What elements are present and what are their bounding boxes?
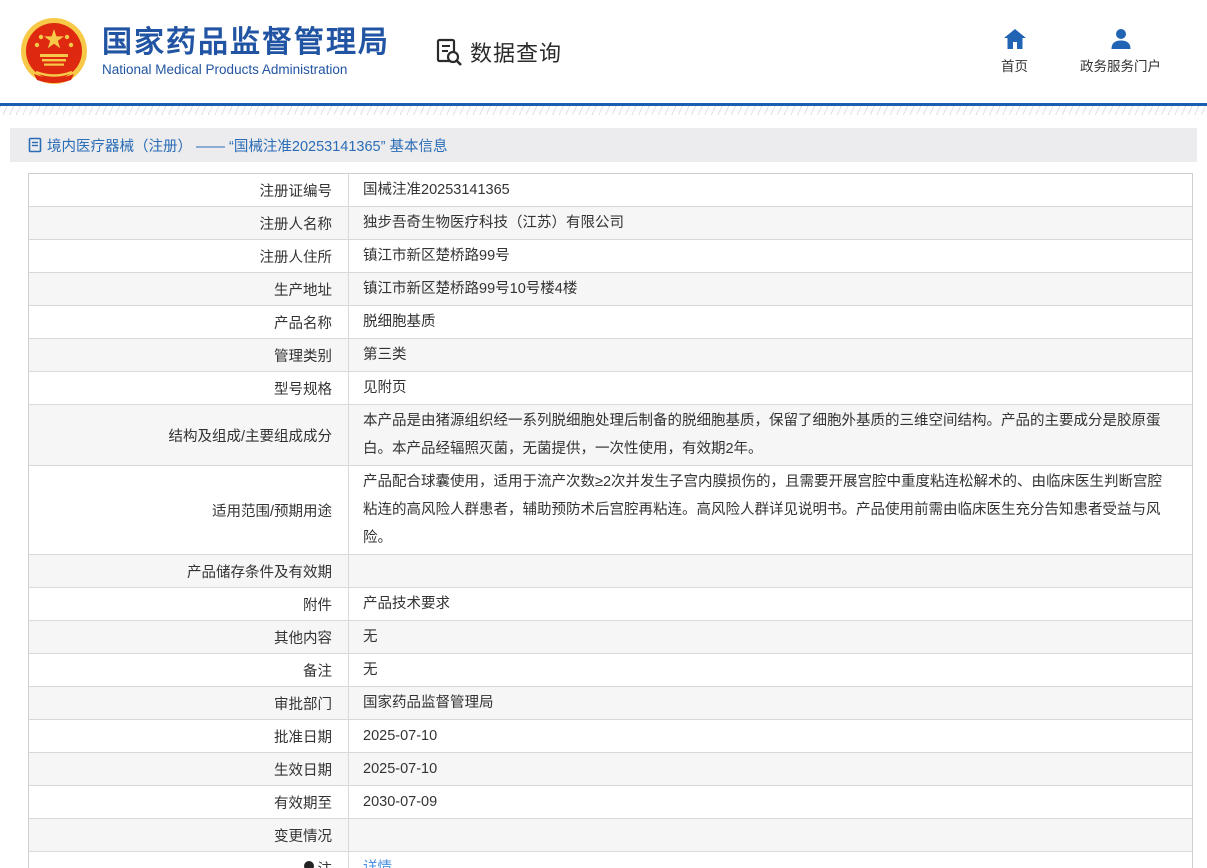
page-header: 国家药品监督管理局 National Medical Products Admi… <box>0 0 1207 103</box>
row-label: 审批部门 <box>29 687 349 719</box>
table-row: 注册人住所镇江市新区楚桥路99号 <box>29 240 1192 273</box>
national-emblem-logo <box>18 16 90 88</box>
row-label: 生效日期 <box>29 753 349 785</box>
row-label: 注册人住所 <box>29 240 349 272</box>
row-label: 适用范围/预期用途 <box>29 466 349 554</box>
note-icon <box>304 861 314 868</box>
row-value: 镇江市新区楚桥路99号 <box>349 240 1192 272</box>
user-icon <box>1109 28 1133 50</box>
row-label: 备注 <box>29 654 349 686</box>
nav-home-label: 首页 <box>1001 55 1028 75</box>
document-icon <box>28 137 42 153</box>
breadcrumb: 境内医疗器械（注册） —— “国械注准20253141365” 基本信息 <box>28 135 447 156</box>
row-label: 注册人名称 <box>29 207 349 239</box>
info-table: 注册证编号国械注准20253141365注册人名称独步吾奇生物医疗科技（江苏）有… <box>28 173 1193 868</box>
nav-gov-portal[interactable]: 政务服务门户 <box>1080 28 1161 75</box>
row-value: 无 <box>349 621 1192 653</box>
table-row: 变更情况 <box>29 819 1192 852</box>
table-row: 产品储存条件及有效期 <box>29 555 1192 588</box>
row-value <box>349 819 1192 851</box>
table-row: 型号规格见附页 <box>29 372 1192 405</box>
hatch-strip <box>0 106 1207 115</box>
row-value: 国械注准20253141365 <box>349 174 1192 206</box>
row-value <box>349 555 1192 587</box>
row-value: 脱细胞基质 <box>349 306 1192 338</box>
row-label: 生产地址 <box>29 273 349 305</box>
home-icon <box>1003 28 1027 50</box>
row-value: 国家药品监督管理局 <box>349 687 1192 719</box>
header-nav: 首页 政务服务门户 <box>1001 28 1207 75</box>
row-value: 第三类 <box>349 339 1192 371</box>
row-label: 产品名称 <box>29 306 349 338</box>
agency-title: 国家药品监督管理局 <box>102 26 390 61</box>
row-value: 独步吾奇生物医疗科技（江苏）有限公司 <box>349 207 1192 239</box>
row-value: 本产品是由猪源组织经一系列脱细胞处理后制备的脱细胞基质，保留了细胞外基质的三维空… <box>349 405 1192 465</box>
table-row: 其他内容无 <box>29 621 1192 654</box>
document-search-icon <box>434 37 464 67</box>
row-value: 无 <box>349 654 1192 686</box>
row-label: 变更情况 <box>29 819 349 851</box>
row-value: 2025-07-10 <box>349 720 1192 752</box>
row-value: 见附页 <box>349 372 1192 404</box>
breadcrumb-band: 境内医疗器械（注册） —— “国械注准20253141365” 基本信息 <box>10 128 1197 162</box>
row-label: 注册证编号 <box>29 174 349 206</box>
row-label: 注 <box>29 852 349 868</box>
table-row: 产品名称脱细胞基质 <box>29 306 1192 339</box>
row-value: 产品技术要求 <box>349 588 1192 620</box>
table-row: 管理类别第三类 <box>29 339 1192 372</box>
table-row: 注册人名称独步吾奇生物医疗科技（江苏）有限公司 <box>29 207 1192 240</box>
agency-subtitle: National Medical Products Administration <box>102 62 390 77</box>
table-row: 生产地址镇江市新区楚桥路99号10号楼4楼 <box>29 273 1192 306</box>
table-row: 有效期至2030-07-09 <box>29 786 1192 819</box>
row-label: 批准日期 <box>29 720 349 752</box>
detail-link[interactable]: 详情 <box>363 854 392 868</box>
table-row: 结构及组成/主要组成成分本产品是由猪源组织经一系列脱细胞处理后制备的脱细胞基质，… <box>29 405 1192 466</box>
table-row: 注册证编号国械注准20253141365 <box>29 174 1192 207</box>
table-row: 审批部门国家药品监督管理局 <box>29 687 1192 720</box>
data-query-section: 数据查询 <box>434 36 562 68</box>
table-row: 适用范围/预期用途产品配合球囊使用，适用于流产次数≥2次并发生子宫内膜损伤的，且… <box>29 466 1192 555</box>
row-label: 型号规格 <box>29 372 349 404</box>
row-label: 管理类别 <box>29 339 349 371</box>
data-query-label: 数据查询 <box>470 36 562 68</box>
row-value: 2025-07-10 <box>349 753 1192 785</box>
table-row: 生效日期2025-07-10 <box>29 753 1192 786</box>
row-value: 详情 <box>349 852 1192 868</box>
table-row: 备注无 <box>29 654 1192 687</box>
row-label: 附件 <box>29 588 349 620</box>
row-label: 其他内容 <box>29 621 349 653</box>
breadcrumb-text: 境内医疗器械（注册） —— “国械注准20253141365” 基本信息 <box>47 135 447 156</box>
table-row: 注详情 <box>29 852 1192 868</box>
row-label: 有效期至 <box>29 786 349 818</box>
nav-home[interactable]: 首页 <box>1001 28 1028 75</box>
row-label: 结构及组成/主要组成成分 <box>29 405 349 465</box>
agency-title-block: 国家药品监督管理局 National Medical Products Admi… <box>102 26 390 78</box>
table-row: 批准日期2025-07-10 <box>29 720 1192 753</box>
table-row: 附件产品技术要求 <box>29 588 1192 621</box>
row-value: 镇江市新区楚桥路99号10号楼4楼 <box>349 273 1192 305</box>
row-value: 2030-07-09 <box>349 786 1192 818</box>
nav-gov-portal-label: 政务服务门户 <box>1080 55 1161 75</box>
row-label: 产品储存条件及有效期 <box>29 555 349 587</box>
row-value: 产品配合球囊使用，适用于流产次数≥2次并发生子宫内膜损伤的，且需要开展宫腔中重度… <box>349 466 1192 554</box>
